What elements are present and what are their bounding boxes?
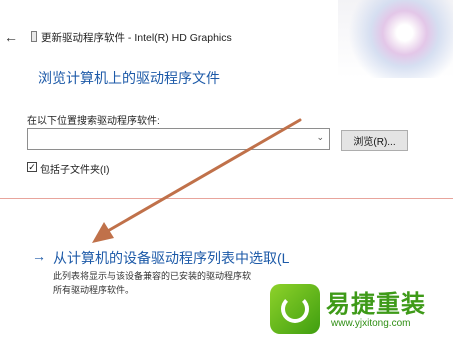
watermark-url: www.yjxitong.com <box>331 318 411 329</box>
watermark-title: 易捷重装 <box>326 291 426 318</box>
watermark-logo-icon <box>270 284 320 334</box>
